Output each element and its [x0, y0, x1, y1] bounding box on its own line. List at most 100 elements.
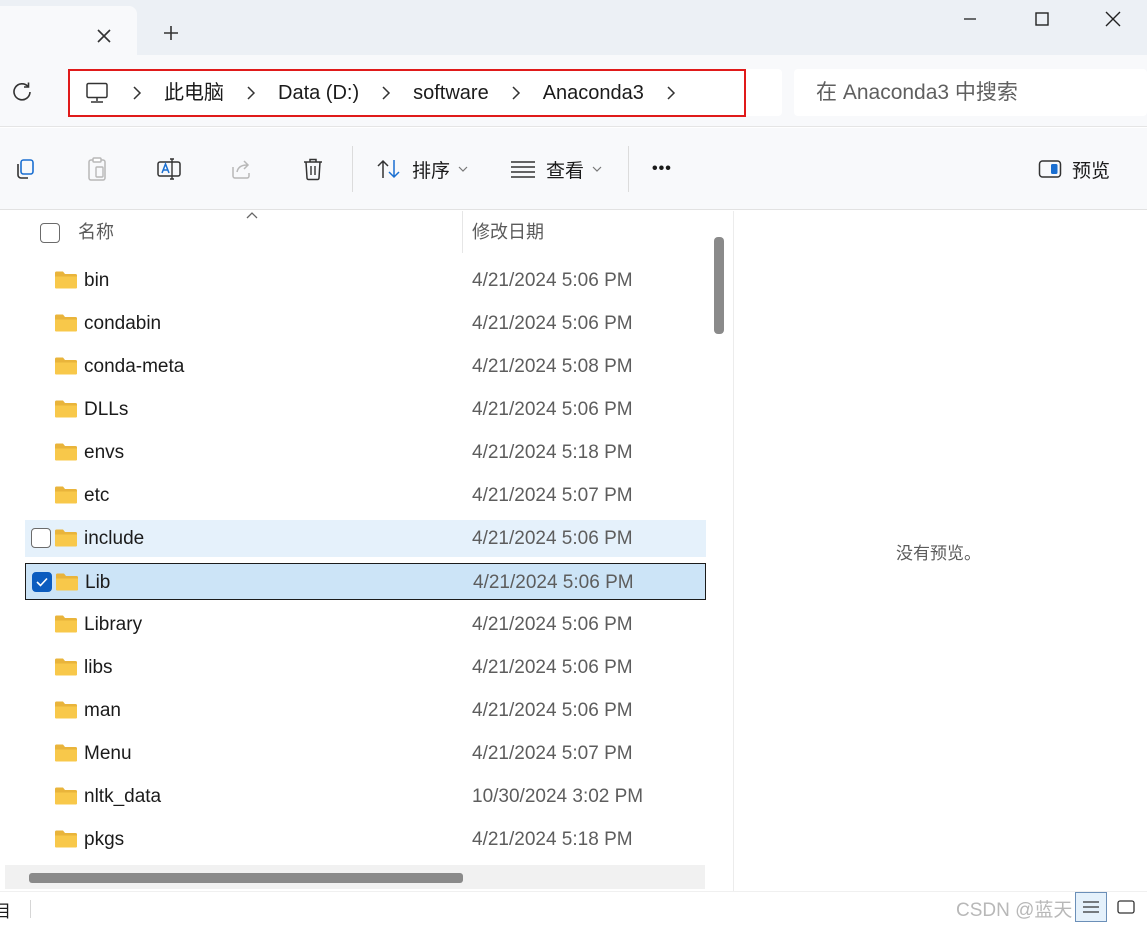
file-name: man: [84, 700, 121, 721]
minimize-icon: [964, 18, 976, 20]
computer-icon[interactable]: [70, 71, 124, 115]
select-all-checkbox[interactable]: [40, 223, 60, 243]
checkmark-icon: [36, 577, 48, 587]
breadcrumb-data-drive[interactable]: Data (D:): [264, 71, 373, 115]
paste-button[interactable]: [80, 152, 114, 186]
sort-button[interactable]: 排序: [376, 150, 468, 188]
status-bar: 目 CSDN @蓝天白: [0, 891, 1147, 925]
file-name: DLLs: [84, 399, 129, 420]
chevron-right-icon[interactable]: [503, 71, 529, 115]
chevron-right-icon[interactable]: [238, 71, 264, 115]
tiles-view-button[interactable]: [1110, 892, 1142, 922]
close-window-button[interactable]: [1091, 4, 1135, 34]
column-name-header[interactable]: 名称: [78, 211, 114, 253]
search-input[interactable]: 在 Anaconda3 中搜索: [794, 69, 1147, 116]
file-date: 4/21/2024 5:06 PM: [472, 657, 633, 678]
copy-button[interactable]: [8, 152, 42, 186]
file-date: 4/21/2024 5:06 PM: [473, 572, 634, 593]
sort-icon: [377, 159, 400, 179]
column-date-header[interactable]: 修改日期: [472, 211, 544, 253]
copy-icon: [17, 159, 34, 179]
file-row[interactable]: include 4/21/2024 5:06 PM: [25, 520, 706, 557]
file-row[interactable]: libs 4/21/2024 5:06 PM: [25, 649, 706, 686]
file-row[interactable]: envs 4/21/2024 5:18 PM: [25, 434, 706, 471]
vertical-scroll-thumb[interactable]: [714, 237, 724, 334]
chevron-right-icon[interactable]: [373, 71, 399, 115]
rename-icon: [157, 158, 181, 180]
chevron-right-icon[interactable]: [658, 71, 684, 115]
chevron-down-icon: [592, 166, 602, 172]
file-date: 4/21/2024 5:06 PM: [472, 528, 633, 549]
file-row[interactable]: Lib 4/21/2024 5:06 PM: [25, 563, 706, 600]
file-row[interactable]: condabin 4/21/2024 5:06 PM: [25, 305, 706, 342]
preview-button[interactable]: 预览: [1038, 150, 1110, 188]
sort-ascending-icon: [246, 212, 258, 219]
folder-icon: [54, 528, 78, 548]
file-date: 4/21/2024 5:06 PM: [472, 313, 633, 334]
watermark: CSDN @蓝天白: [956, 900, 1092, 921]
folder-icon: [54, 829, 78, 849]
toolbar-separator: [628, 146, 629, 192]
file-list: 名称 修改日期 bin 4/21/2024 5:06 PM condabin 4/21…: [0, 211, 733, 891]
active-tab[interactable]: [0, 6, 137, 55]
folder-icon: [54, 786, 78, 806]
address-row: 此电脑 Data (D:) software Anaconda3 在 Anaco…: [0, 55, 1147, 127]
command-bar: 排序 查看 ••• 预览: [0, 128, 1147, 210]
row-checkbox[interactable]: [31, 528, 51, 548]
file-date: 4/21/2024 5:08 PM: [472, 356, 633, 377]
folder-icon: [54, 313, 78, 333]
file-date: 4/21/2024 5:18 PM: [472, 442, 633, 463]
file-row[interactable]: man 4/21/2024 5:06 PM: [25, 692, 706, 729]
more-options-button[interactable]: •••: [652, 150, 672, 188]
view-button[interactable]: 查看: [510, 150, 602, 188]
no-preview-text: 没有预览。: [896, 544, 981, 563]
row-checkbox[interactable]: [32, 572, 52, 592]
file-row[interactable]: pkgs 4/21/2024 5:18 PM: [25, 821, 706, 858]
file-name: Lib: [85, 572, 111, 593]
minimize-button[interactable]: [948, 4, 992, 34]
rename-button[interactable]: [152, 152, 186, 186]
new-tab-button[interactable]: [158, 20, 184, 46]
chevron-right-icon[interactable]: [124, 71, 150, 115]
horizontal-scrollbar[interactable]: [5, 865, 705, 889]
delete-button[interactable]: [296, 152, 330, 186]
preview-pane: 没有预览。: [734, 211, 1147, 891]
folder-icon: [54, 399, 78, 419]
details-view-button[interactable]: [1075, 892, 1107, 922]
file-row[interactable]: nltk_data 10/30/2024 3:02 PM: [25, 778, 706, 815]
column-divider[interactable]: [462, 211, 463, 253]
maximize-button[interactable]: [1020, 4, 1064, 34]
sort-label: 排序: [412, 160, 451, 182]
details-view-icon: [1083, 901, 1099, 913]
item-count: 目: [0, 902, 11, 921]
horizontal-scroll-thumb[interactable]: [29, 873, 463, 883]
share-button[interactable]: [224, 152, 258, 186]
status-separator: [30, 900, 31, 918]
file-row[interactable]: bin 4/21/2024 5:06 PM: [25, 262, 706, 299]
file-name: nltk_data: [84, 786, 162, 807]
column-header: 名称 修改日期: [0, 211, 706, 253]
file-row[interactable]: etc 4/21/2024 5:07 PM: [25, 477, 706, 514]
folder-icon: [54, 743, 78, 763]
refresh-icon: [13, 82, 31, 101]
tab-close-icon[interactable]: [92, 24, 116, 48]
breadcrumb-software[interactable]: software: [399, 71, 503, 115]
breadcrumb-this-pc[interactable]: 此电脑: [150, 71, 238, 115]
folder-icon: [54, 657, 78, 677]
file-row[interactable]: Library 4/21/2024 5:06 PM: [25, 606, 706, 643]
file-row[interactable]: DLLs 4/21/2024 5:06 PM: [25, 391, 706, 428]
file-row[interactable]: conda-meta 4/21/2024 5:08 PM: [25, 348, 706, 385]
file-row[interactable]: Menu 4/21/2024 5:07 PM: [25, 735, 706, 772]
paste-icon: [88, 157, 106, 181]
file-name: Menu: [84, 743, 132, 764]
maximize-icon: [1035, 12, 1049, 26]
file-name: conda-meta: [84, 356, 185, 377]
view-list-icon: [511, 161, 535, 178]
file-name: pkgs: [84, 829, 125, 850]
vertical-scrollbar[interactable]: [710, 235, 724, 865]
file-name: condabin: [84, 313, 162, 334]
file-date: 4/21/2024 5:06 PM: [472, 270, 633, 291]
breadcrumb-anaconda3[interactable]: Anaconda3: [529, 71, 658, 115]
preview-pane-icon: [1038, 160, 1062, 178]
refresh-button[interactable]: [8, 78, 36, 106]
